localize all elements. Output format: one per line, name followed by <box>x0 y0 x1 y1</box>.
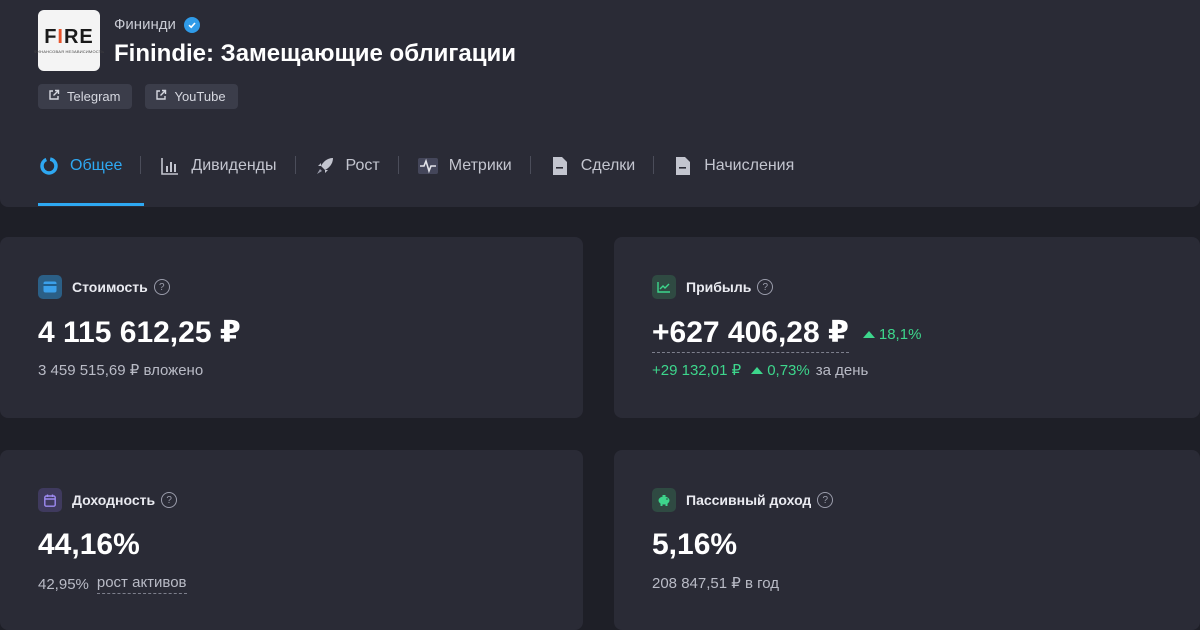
telegram-link-button[interactable]: Telegram <box>38 84 133 109</box>
passive-income-per-year: 208 847,51 ₽ в год <box>652 575 779 592</box>
piggy-bank-icon <box>652 488 676 512</box>
bar-chart-icon <box>159 155 181 177</box>
help-icon[interactable]: ? <box>757 279 774 295</box>
profit-card: Прибыль ? +627 406,28 ₽ 18,1% +29 132,01… <box>614 237 1200 418</box>
yield-card-header: Доходность ? <box>38 488 178 512</box>
external-link-icon <box>155 89 167 104</box>
help-icon[interactable]: ? <box>161 492 178 508</box>
tab-metrics-label: Метрики <box>448 156 512 174</box>
trend-chart-icon <box>652 275 676 299</box>
tab-growth-label: Рост <box>345 156 380 174</box>
asset-growth-label[interactable]: рост активов <box>96 574 187 594</box>
external-link-icon <box>48 89 60 104</box>
arrow-up-icon <box>862 330 875 338</box>
tab-divider <box>140 156 142 174</box>
passive-income-card-header: Пассивный доход ? <box>652 488 834 512</box>
tab-metrics[interactable]: Метрики <box>417 142 512 189</box>
telegram-link-label: Telegram <box>67 89 121 104</box>
asset-growth-value: 42,95% <box>38 575 89 593</box>
youtube-link-button[interactable]: YouTube <box>145 84 238 109</box>
portfolio-title: Finindie: Замещающие облигации <box>114 40 517 67</box>
profit-day-percent-group: 0,73% <box>751 362 810 379</box>
invested-amount: 3 459 515,69 ₽ вложено <box>38 362 204 379</box>
pulse-icon <box>417 155 439 177</box>
donut-icon <box>38 155 60 177</box>
portfolio-value: 4 115 612,25 ₽ <box>38 316 241 349</box>
wallet-icon <box>38 275 62 299</box>
tab-general-label: Общее <box>70 156 123 174</box>
profit-card-title: Прибыль <box>686 279 752 295</box>
tab-divider <box>294 156 296 174</box>
profit-percent-badge: 18,1% <box>862 325 922 343</box>
asset-growth-row: 42,95% рост активов <box>38 574 187 594</box>
passive-income-value: 5,16% <box>652 528 738 561</box>
portfolio-header: FIRE ФИНАНСОВАЯ НЕЗАВИСИМОСТЬ Фининди Fi… <box>0 0 1200 207</box>
passive-income-card: Пассивный доход ? 5,16% 208 847,51 ₽ в г… <box>614 450 1200 630</box>
logo-text: FIRE <box>44 26 94 48</box>
yield-value: 44,16% <box>38 528 140 561</box>
tab-divider <box>397 156 399 174</box>
value-card: Стоимость ? 4 115 612,25 ₽ 3 459 515,69 … <box>0 237 583 418</box>
profit-day-suffix: за день <box>815 361 869 379</box>
profit-day-percent: 0,73% <box>767 361 810 379</box>
tab-general[interactable]: Общее <box>38 142 145 206</box>
tab-trades[interactable]: Сделки <box>549 142 636 189</box>
portfolio-logo: FIRE ФИНАНСОВАЯ НЕЗАВИСИМОСТЬ <box>34 10 104 71</box>
value-card-header: Стоимость ? <box>38 275 170 299</box>
external-links: Telegram YouTube <box>38 84 238 109</box>
help-icon[interactable]: ? <box>153 279 170 295</box>
document-icon <box>549 155 571 177</box>
youtube-link-label: YouTube <box>174 89 226 104</box>
tab-divider <box>529 156 531 174</box>
tab-trades-label: Сделки <box>580 156 636 174</box>
tab-dividends-label: Дивиденды <box>191 156 277 174</box>
yield-card: Доходность ? 44,16% 42,95% рост активов <box>0 450 583 630</box>
author-label: Фининди <box>114 16 176 33</box>
profit-amount[interactable]: +627 406,28 ₽ <box>652 315 849 353</box>
document-icon <box>672 155 694 177</box>
yield-card-title: Доходность <box>72 492 156 508</box>
profit-day-row: +29 132,01 ₽ 0,73% за день <box>652 361 869 380</box>
profit-percent: 18,1% <box>878 325 922 343</box>
tab-accruals-label: Начисления <box>704 156 795 174</box>
logo-subtitle: ФИНАНСОВАЯ НЕЗАВИСИМОСТЬ <box>33 49 105 54</box>
tab-divider <box>653 156 655 174</box>
verified-badge-icon <box>183 16 200 33</box>
author-name[interactable]: Фининди <box>114 16 200 33</box>
tab-dividends[interactable]: Дивиденды <box>159 142 277 189</box>
calendar-icon <box>38 488 62 512</box>
portfolio-tabs: Общее Дивиденды Рост Метрики Сделки Начи… <box>38 142 794 207</box>
help-icon[interactable]: ? <box>817 492 834 508</box>
profit-card-header: Прибыль ? <box>652 275 774 299</box>
tab-growth[interactable]: Рост <box>314 142 380 189</box>
arrow-up-icon <box>751 366 764 374</box>
rocket-icon <box>314 155 336 177</box>
value-card-title: Стоимость <box>72 279 148 295</box>
profit-row: +627 406,28 ₽ 18,1% <box>652 315 921 353</box>
tab-accruals[interactable]: Начисления <box>672 142 794 189</box>
profit-day-amount: +29 132,01 ₽ <box>652 362 742 379</box>
passive-income-card-title: Пассивный доход <box>686 492 812 508</box>
